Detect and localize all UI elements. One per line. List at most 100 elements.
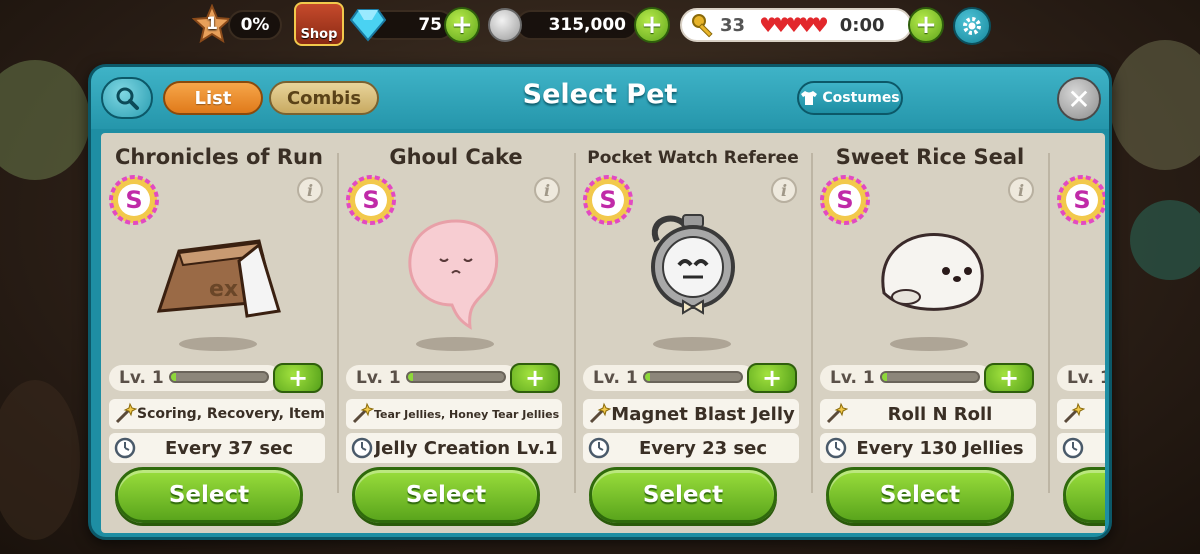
costumes-label: Costumes	[822, 90, 900, 106]
select-button[interactable]	[1063, 467, 1105, 523]
level-bar	[169, 371, 269, 383]
heart-icon: ♥	[810, 13, 829, 37]
pet-frequency: Every 23 sec	[638, 437, 768, 459]
level-up-button[interactable]: +	[984, 363, 1034, 393]
energy-panel: 33 ♥ ♥ ♥ ♥ ♥ 0:00	[680, 8, 912, 42]
pet-frequency: Jelly Creation Lv.1	[374, 437, 558, 459]
top-hud: 1 0% Shop 75 + 315,000 + 33 ♥ ♥ ♥ ♥ ♥ 0:…	[0, 0, 1200, 52]
frequency-box: Every 37 sec	[109, 433, 325, 463]
key-count: 33	[720, 14, 746, 36]
level-fill	[171, 373, 176, 381]
search-icon	[116, 87, 139, 110]
background-scenery	[1130, 200, 1200, 280]
level-up-button[interactable]: +	[747, 363, 797, 393]
skill-box: Roll N Roll	[820, 399, 1036, 429]
pet-name: Chronicles of Run	[115, 145, 323, 169]
chronicles-of-run-pet-image: ex	[156, 239, 281, 318]
rank-s-badge-icon: S	[1057, 175, 1105, 225]
pet-skill: Scoring, Recovery, Items	[137, 406, 325, 422]
add-hearts-button[interactable]: +	[908, 7, 944, 43]
pet-name: Sweet Rice Seal	[835, 145, 1025, 169]
info-button[interactable]: i	[771, 177, 797, 203]
pet-card: Ghoul Cake S i Lv. 1 + Tear Jellies, Hon…	[338, 133, 574, 533]
level-row: Lv. 1 +	[583, 363, 797, 393]
heart-timer: 0:00	[839, 14, 885, 36]
gem-icon	[350, 9, 386, 42]
level-row: Lv. 1 +	[820, 363, 1034, 393]
frequency-box: Every 23 sec	[583, 433, 799, 463]
shop-label: Shop	[300, 27, 338, 42]
wand-icon	[1063, 402, 1085, 424]
hearts: ♥ ♥ ♥ ♥ ♥	[759, 15, 829, 35]
select-button[interactable]: Select	[826, 467, 1014, 523]
info-button[interactable]: i	[534, 177, 560, 203]
level-fill	[408, 373, 413, 381]
select-button[interactable]: Select	[115, 467, 303, 523]
costumes-button[interactable]: Costumes	[797, 81, 903, 115]
search-button[interactable]	[101, 77, 153, 119]
background-scenery	[0, 60, 90, 180]
clock-icon	[588, 437, 610, 459]
background-scenery	[0, 380, 80, 540]
player-level-badge[interactable]: 1	[192, 4, 232, 44]
level-up-button[interactable]: +	[510, 363, 560, 393]
gear-icon	[963, 17, 981, 35]
frequency-box: Jelly Creation Lv.1	[346, 433, 562, 463]
close-button[interactable]: ✕	[1057, 77, 1101, 121]
pet-list[interactable]: Chronicles of Run S i ex Lv. 1 + Scoring…	[101, 133, 1105, 533]
svg-text:ex: ex	[209, 277, 238, 302]
pet-shadow	[179, 337, 257, 351]
pet-card: Chronicles of Run S i ex Lv. 1 + Scoring…	[101, 133, 337, 533]
select-button[interactable]: Select	[352, 467, 540, 523]
wand-icon	[115, 402, 137, 424]
coin-icon	[488, 8, 522, 42]
wand-icon	[352, 402, 374, 424]
pet-skill: Tear Jellies, Honey Tear Jellies	[374, 407, 560, 421]
pet-shadow	[890, 337, 968, 351]
pet-level: Lv. 1	[1067, 368, 1105, 388]
clock-icon	[1062, 437, 1084, 459]
add-coins-button[interactable]: +	[634, 7, 670, 43]
pet-skill: Roll N Roll	[887, 403, 993, 425]
pet-card: Sweet Rice Seal S i Lv. 1 + Roll N Roll …	[812, 133, 1048, 533]
pet-skill: Magnet Blast Jelly	[611, 403, 795, 425]
pet-frequency: Every 37 sec	[164, 437, 294, 459]
pet-frequency: Every 130 Jellies	[856, 437, 1024, 459]
sweet-rice-seal-pet-image	[881, 233, 984, 311]
shop-button[interactable]: Shop	[294, 2, 344, 46]
close-icon: ✕	[1067, 82, 1091, 116]
level-box: Lv. 1	[1057, 365, 1105, 391]
settings-button[interactable]	[953, 7, 991, 45]
level-bar	[406, 371, 506, 383]
coin-count: 315,000	[516, 10, 638, 40]
select-button[interactable]: Select	[589, 467, 777, 523]
ghoul-cake-pet-image	[408, 219, 499, 330]
clock-icon	[825, 437, 847, 459]
pet-level: Lv. 1	[830, 368, 875, 388]
pet-level: Lv. 1	[356, 368, 401, 388]
level-row: Lv. 1	[1057, 363, 1105, 393]
info-button[interactable]: i	[1008, 177, 1034, 203]
skill-box: Scoring, Recovery, Items	[109, 399, 325, 429]
pet-card: Pocket Watch Referee S i Lv. 1 + Magnet …	[575, 133, 811, 533]
level-progress: 0%	[228, 10, 282, 40]
skill-box: Tear Jellies, Honey Tear Jellies	[346, 399, 562, 429]
tab-combis[interactable]: Combis	[269, 81, 379, 115]
clock-icon	[114, 437, 136, 459]
level-row: Lv. 1 +	[346, 363, 560, 393]
pocket-watch-referee-pet-image	[651, 214, 735, 315]
key-icon	[692, 14, 713, 38]
info-button[interactable]: i	[297, 177, 323, 203]
pet-shadow	[653, 337, 731, 351]
pet-level: Lv. 1	[119, 368, 164, 388]
player-level: 1	[206, 14, 218, 34]
tab-list[interactable]: List	[163, 81, 263, 115]
pet-name: Ghoul Cake	[389, 145, 523, 169]
pet-card: S Lv. 1	[1049, 133, 1105, 533]
level-up-button[interactable]: +	[273, 363, 323, 393]
add-gems-button[interactable]: +	[444, 7, 480, 43]
skill-box: Magnet Blast Jelly	[583, 399, 799, 429]
level-bar	[643, 371, 743, 383]
level-bar	[880, 371, 980, 383]
rank-letter: S	[1073, 186, 1090, 214]
